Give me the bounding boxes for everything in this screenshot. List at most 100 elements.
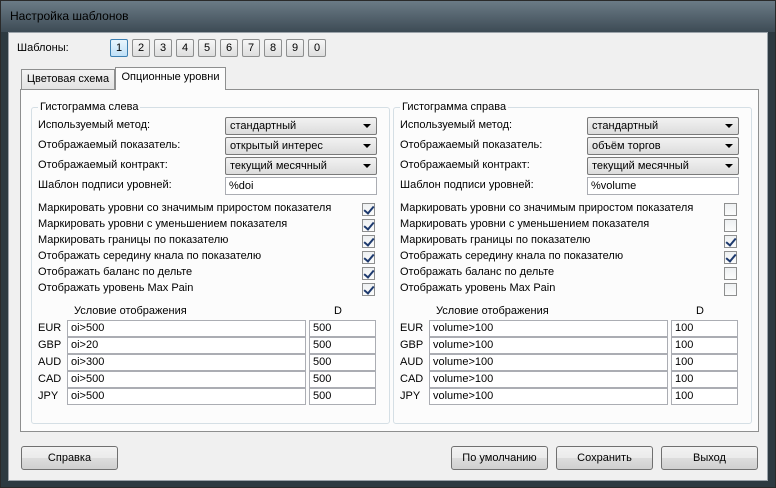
checkbox[interactable]: [724, 267, 737, 280]
template-button-5[interactable]: 5: [198, 39, 216, 57]
currency-label: EUR: [400, 322, 424, 334]
checkbox[interactable]: [362, 203, 375, 216]
field-select-value: стандартный: [592, 120, 659, 132]
field-label: Шаблон подписи уровней:: [400, 179, 534, 191]
right-histogram-group: Гистограмма справа Используемый метод: ста…: [393, 101, 752, 424]
d-input[interactable]: 500: [309, 371, 376, 388]
help-button[interactable]: Справка: [21, 446, 118, 470]
column-header-d: D: [696, 305, 704, 317]
field-select[interactable]: текущий месячный: [587, 157, 739, 175]
checkbox-label: Отображать уровень Max Pain: [400, 282, 556, 294]
currency-label: AUD: [38, 356, 62, 368]
template-button-6[interactable]: 6: [220, 39, 238, 57]
column-header-condition: Условие отображения: [74, 305, 187, 317]
checkbox[interactable]: [724, 235, 737, 248]
checkbox[interactable]: [362, 219, 375, 232]
tab-option-levels[interactable]: Опционные уровни: [115, 67, 226, 90]
column-header-condition: Условие отображения: [436, 305, 549, 317]
tab-panel: Гистограмма слева Используемый метод: стан…: [20, 89, 759, 432]
checkbox-label: Маркировать уровни с уменьшением показат…: [400, 218, 650, 230]
condition-input[interactable]: volume>100: [429, 337, 668, 354]
dialog-client: Шаблоны: 1234567890 Цветовая схема Опцио…: [8, 32, 768, 481]
title-bar[interactable]: Настройка шаблонов: [1, 1, 775, 32]
checkbox-label: Отображать баланс по дельте: [38, 266, 193, 278]
group-title: Гистограмма слева: [38, 101, 141, 113]
condition-input[interactable]: oi>500: [67, 388, 306, 405]
condition-input[interactable]: volume>100: [429, 354, 668, 371]
template-button-0[interactable]: 0: [308, 39, 326, 57]
field-label: Используемый метод:: [38, 119, 151, 131]
template-button-8[interactable]: 8: [264, 39, 282, 57]
currency-label: JPY: [400, 390, 421, 402]
chevron-down-icon: [363, 144, 371, 148]
chevron-down-icon: [725, 164, 733, 168]
currency-label: CAD: [38, 373, 62, 385]
group-title: Гистограмма справа: [400, 101, 509, 113]
d-input[interactable]: 100: [671, 371, 738, 388]
checkbox-label: Маркировать уровни со значимым приростом…: [38, 202, 332, 214]
d-input[interactable]: 100: [671, 337, 738, 354]
field-select[interactable]: объём торгов: [587, 137, 739, 155]
template-button-1[interactable]: 1: [110, 39, 128, 57]
d-input[interactable]: 500: [309, 320, 376, 337]
currency-label: AUD: [400, 356, 424, 368]
save-button[interactable]: Сохранить: [556, 446, 653, 470]
field-select-value: стандартный: [230, 120, 297, 132]
tab-color-scheme[interactable]: Цветовая схема: [21, 69, 115, 90]
field-select-value: объём торгов: [592, 140, 661, 152]
currency-label: CAD: [400, 373, 424, 385]
checkbox-label: Маркировать уровни с уменьшением показат…: [38, 218, 288, 230]
template-button-3[interactable]: 3: [154, 39, 172, 57]
field-select-value: текущий месячный: [230, 160, 327, 172]
field-input[interactable]: %volume: [587, 177, 739, 195]
template-button-9[interactable]: 9: [286, 39, 304, 57]
condition-input[interactable]: volume>100: [429, 320, 668, 337]
checkbox[interactable]: [362, 235, 375, 248]
field-select-value: открытый интерес: [230, 140, 323, 152]
template-button-2[interactable]: 2: [132, 39, 150, 57]
checkbox[interactable]: [724, 219, 737, 232]
left-histogram-group: Гистограмма слева Используемый метод: стан…: [31, 101, 390, 424]
currency-label: GBP: [400, 339, 424, 351]
field-label: Отображаемый показатель:: [400, 139, 543, 151]
field-select-value: текущий месячный: [592, 160, 689, 172]
field-select[interactable]: текущий месячный: [225, 157, 377, 175]
currency-label: JPY: [38, 390, 59, 402]
checkbox-label: Отображать баланс по дельте: [400, 266, 555, 278]
condition-input[interactable]: oi>20: [67, 337, 306, 354]
field-input[interactable]: %doi: [225, 177, 377, 195]
template-button-4[interactable]: 4: [176, 39, 194, 57]
checkbox-label: Маркировать границы по показателю: [38, 234, 229, 246]
field-select[interactable]: открытый интерес: [225, 137, 377, 155]
condition-input[interactable]: volume>100: [429, 388, 668, 405]
checkbox[interactable]: [362, 267, 375, 280]
templates-label: Шаблоны:: [17, 42, 69, 54]
checkbox[interactable]: [724, 251, 737, 264]
d-input[interactable]: 100: [671, 354, 738, 371]
condition-input[interactable]: oi>300: [67, 354, 306, 371]
chevron-down-icon: [363, 164, 371, 168]
currency-label: EUR: [38, 322, 62, 334]
condition-input[interactable]: oi>500: [67, 320, 306, 337]
d-input[interactable]: 500: [309, 354, 376, 371]
field-select[interactable]: стандартный: [587, 117, 739, 135]
default-button[interactable]: По умолчанию: [451, 446, 548, 470]
condition-input[interactable]: volume>100: [429, 371, 668, 388]
checkbox-label: Отображать середину кнала по показателю: [38, 250, 262, 262]
checkbox-label: Маркировать границы по показателю: [400, 234, 591, 246]
checkbox[interactable]: [362, 283, 375, 296]
field-select[interactable]: стандартный: [225, 117, 377, 135]
d-input[interactable]: 500: [309, 337, 376, 354]
checkbox[interactable]: [724, 203, 737, 216]
checkbox[interactable]: [362, 251, 375, 264]
condition-input[interactable]: oi>500: [67, 371, 306, 388]
checkbox[interactable]: [724, 283, 737, 296]
exit-button[interactable]: Выход: [661, 446, 758, 470]
checkbox-label: Маркировать уровни со значимым приростом…: [400, 202, 694, 214]
field-label: Отображаемый контракт:: [38, 159, 168, 171]
field-label: Шаблон подписи уровней:: [38, 179, 172, 191]
d-input[interactable]: 100: [671, 320, 738, 337]
template-button-7[interactable]: 7: [242, 39, 260, 57]
d-input[interactable]: 500: [309, 388, 376, 405]
d-input[interactable]: 100: [671, 388, 738, 405]
